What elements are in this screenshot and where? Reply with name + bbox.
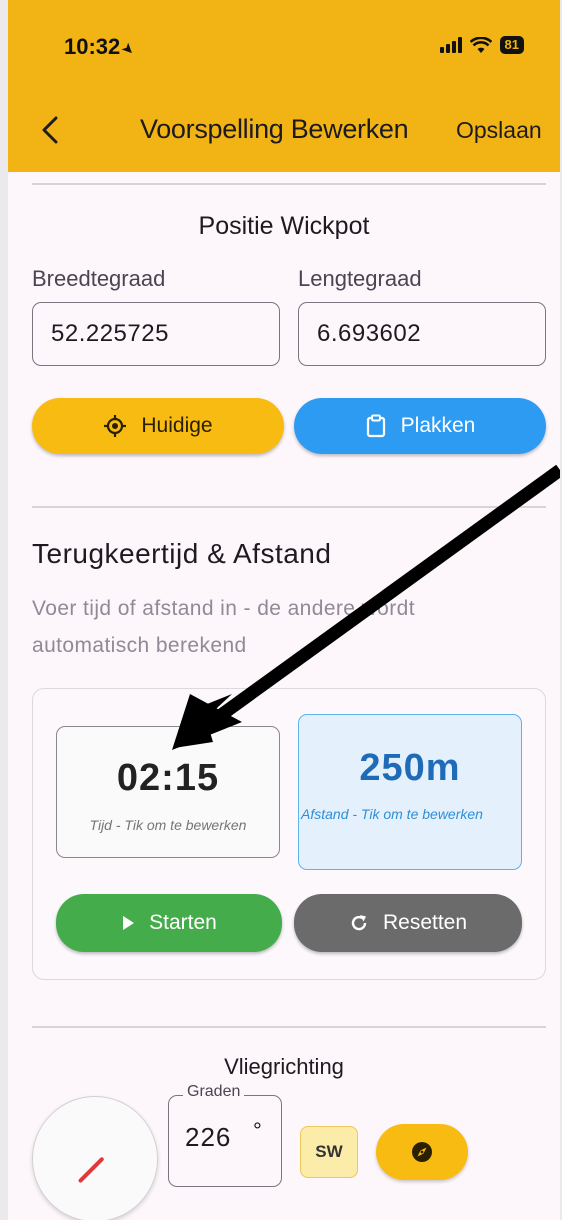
compass-dial[interactable]	[32, 1096, 158, 1220]
reset-button[interactable]: Resetten	[294, 894, 522, 952]
gps-target-icon	[104, 415, 127, 437]
paste-button[interactable]: Plakken	[294, 398, 546, 454]
longitude-input[interactable]: 6.693602	[298, 302, 546, 366]
start-button[interactable]: Starten	[56, 894, 282, 952]
time-value: 02:15	[116, 757, 220, 799]
latitude-label: Breedtegraad	[32, 266, 166, 291]
start-label: Starten	[149, 911, 217, 934]
paste-label: Plakken	[400, 414, 476, 437]
return-helper-text: Voer tijd of afstand in - de andere word…	[32, 590, 532, 664]
degrees-value: 226	[185, 1122, 232, 1152]
position-section-title: Positie Wickpot	[198, 212, 370, 240]
latitude-value: 52.225725	[51, 320, 169, 347]
save-button[interactable]: Opslaan	[456, 117, 542, 144]
latitude-input[interactable]: 52.225725	[32, 302, 280, 366]
longitude-value: 6.693602	[317, 320, 422, 347]
location-arrow-icon: ➤	[117, 38, 139, 60]
refresh-icon	[351, 915, 367, 931]
distance-value: 250m	[359, 747, 461, 789]
degrees-input[interactable]: Graden 226 °	[168, 1083, 282, 1187]
current-location-button[interactable]: Huidige	[32, 398, 284, 454]
cardinal-direction-badge: SW	[300, 1126, 358, 1178]
play-icon	[123, 916, 135, 930]
back-arrow-icon[interactable]	[36, 110, 66, 150]
direction-section-title: Vliegrichting	[224, 1054, 344, 1079]
app-bar: 10:32➤ 81 Voorspelling Bewerken Opslaan	[8, 0, 560, 172]
distance-field[interactable]: 250m Afstand - Tik om te bewerken	[298, 714, 522, 870]
divider	[32, 183, 546, 185]
cellular-signal-icon	[439, 37, 462, 53]
wifi-icon	[469, 36, 492, 53]
degrees-label: Graden	[183, 1083, 245, 1101]
divider	[32, 1026, 546, 1028]
divider	[32, 506, 546, 508]
battery-icon: 81	[499, 36, 524, 54]
current-location-label: Huidige	[141, 414, 213, 437]
app-screen: 10:32➤ 81 Voorspelling Bewerken Opslaan …	[8, 0, 560, 1220]
return-section-title: Terugkeertijd & Afstand	[32, 538, 332, 569]
status-time: 10:32➤	[64, 34, 139, 60]
reset-label: Resetten	[382, 911, 468, 934]
distance-caption: Afstand - Tik om te bewerken	[301, 806, 483, 822]
status-icons: 81	[439, 36, 524, 54]
time-field[interactable]: 02:15 Tijd - Tik om te bewerken	[56, 726, 280, 858]
helper-line-2: automatisch berekend	[32, 634, 247, 657]
clipboard-icon	[366, 414, 385, 438]
direction-needle	[77, 1156, 105, 1184]
page-title: Voorspelling Bewerken	[140, 114, 409, 144]
longitude-label: Lengtegraad	[298, 266, 422, 291]
compass-button[interactable]	[376, 1124, 468, 1180]
compass-icon	[412, 1142, 432, 1162]
helper-line-1: Voer tijd of afstand in - de andere word…	[32, 597, 415, 620]
status-time-text: 10:32	[64, 34, 121, 59]
degrees-unit: °	[253, 1118, 262, 1143]
time-caption: Tijd - Tik om te bewerken	[89, 817, 247, 833]
